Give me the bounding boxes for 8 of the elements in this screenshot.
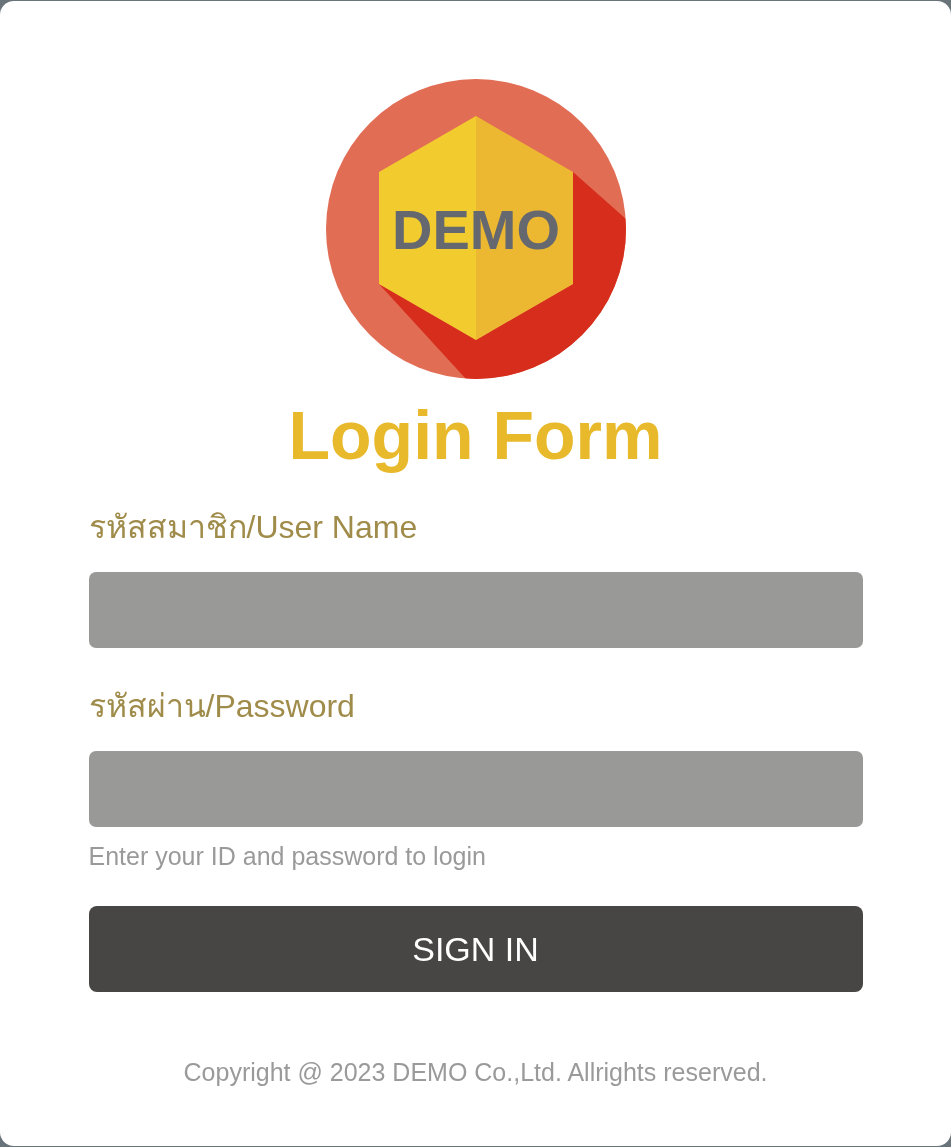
field-label: รหัสผ่าน/Password bbox=[88, 687, 356, 726]
input-field[interactable] bbox=[88, 572, 863, 648]
sign-in-button[interactable]: SIGN IN bbox=[88, 906, 863, 993]
field-label: รหัสสมาชิก/User Name bbox=[88, 508, 419, 547]
hint-text: Enter your ID and password to login bbox=[88, 841, 487, 872]
input-field[interactable] bbox=[88, 751, 863, 827]
copyright-text: Copyright @ 2023 DEMO Co.,Ltd. Allrights reserved. bbox=[183, 1057, 768, 1089]
logo-text: DEMO bbox=[391, 198, 560, 261]
